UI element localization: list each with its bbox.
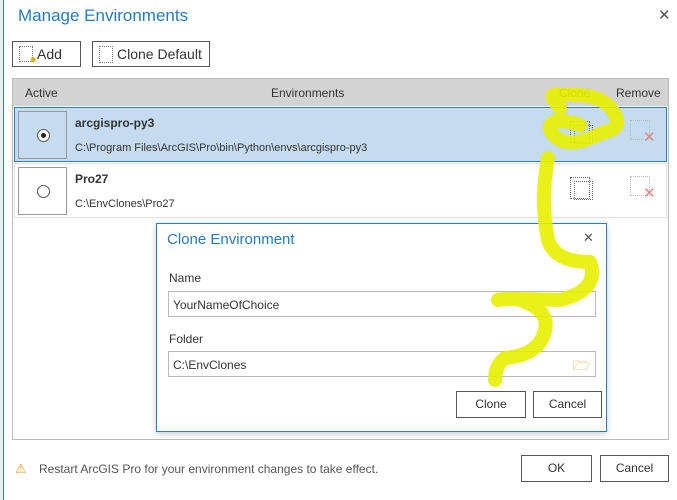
remove-x-icon: ✕ xyxy=(643,129,656,146)
remove-x-icon: ✕ xyxy=(643,185,656,202)
environment-row[interactable]: arcgispro-py3 C:\Program Files\ArcGIS\Pr… xyxy=(14,107,667,162)
env-name: Pro27 xyxy=(75,172,109,186)
add-environment-icon: ✸ xyxy=(19,46,37,65)
radio-cell xyxy=(18,167,67,215)
header-environments: Environments xyxy=(271,86,345,100)
clone-default-label: Clone Default xyxy=(117,46,202,62)
dialog-title: Clone Environment xyxy=(167,231,295,248)
name-input[interactable]: YourNameOfChoice xyxy=(168,291,596,317)
header-clone: Clone xyxy=(559,86,591,100)
environment-row[interactable]: Pro27 C:\EnvClones\Pro27 ✕ xyxy=(14,163,667,218)
active-radio[interactable] xyxy=(37,185,50,198)
add-button[interactable]: ✸ Add xyxy=(12,41,81,67)
list-header: Active Environments Clone Remove xyxy=(13,79,668,106)
dialog-close-icon[interactable]: ✕ xyxy=(583,230,594,246)
clone-environment-dialog: Clone Environment ✕ Name YourNameOfChoic… xyxy=(156,223,607,432)
name-label: Name xyxy=(169,271,202,285)
env-name: arcgispro-py3 xyxy=(75,116,155,130)
add-label: Add xyxy=(37,46,62,62)
ok-button[interactable]: OK xyxy=(521,455,592,482)
env-path: C:\EnvClones\Pro27 xyxy=(75,198,175,210)
active-radio[interactable] xyxy=(37,129,50,142)
close-icon[interactable]: ✕ xyxy=(658,6,671,24)
folder-browse-icon[interactable]: 🗁 xyxy=(573,355,590,379)
restart-warning: Restart ArcGIS Pro for your environment … xyxy=(39,462,379,476)
clone-icon xyxy=(99,45,113,63)
header-remove: Remove xyxy=(616,86,661,100)
env-path: C:\Program Files\ArcGIS\Pro\bin\Python\e… xyxy=(75,142,368,154)
warning-icon: ⚠ xyxy=(15,461,27,476)
clone-button[interactable]: Clone xyxy=(456,391,526,418)
dialog-cancel-button[interactable]: Cancel xyxy=(533,391,602,418)
window-title: Manage Environments xyxy=(18,6,189,25)
clone-env-icon[interactable] xyxy=(570,177,593,200)
folder-label: Folder xyxy=(169,332,204,346)
header-active: Active xyxy=(25,86,58,100)
clone-env-icon[interactable] xyxy=(570,121,593,144)
folder-input[interactable]: C:\EnvClones xyxy=(168,351,596,377)
cancel-button[interactable]: Cancel xyxy=(600,455,669,482)
clone-default-button[interactable]: Clone Default xyxy=(92,41,210,67)
radio-cell xyxy=(18,111,67,159)
